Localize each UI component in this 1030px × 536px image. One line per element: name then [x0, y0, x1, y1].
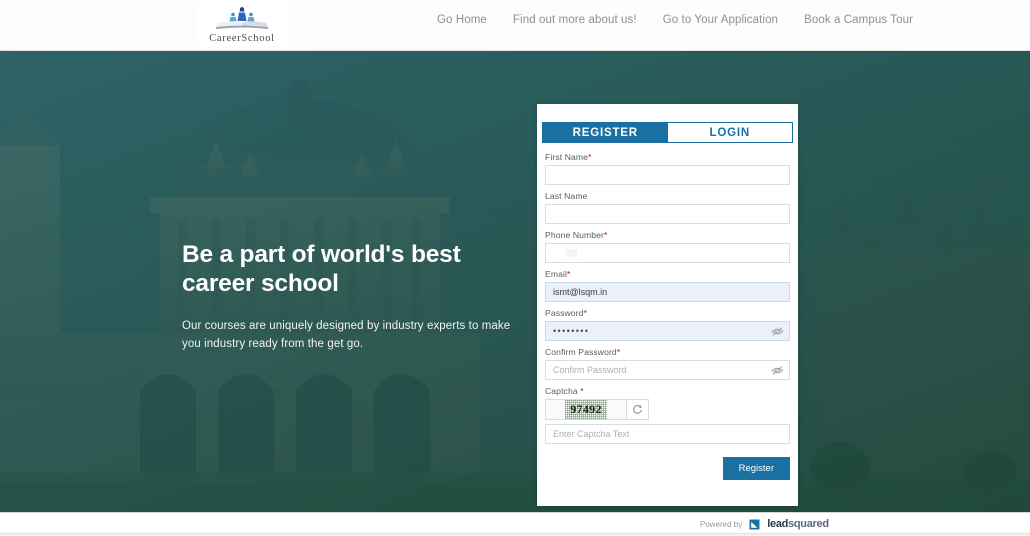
brand-light: squared	[788, 518, 829, 530]
required-marker: *	[616, 347, 621, 357]
required-marker: *	[604, 230, 608, 240]
field-confirm-password: Confirm Password* Confirm Password	[545, 347, 790, 380]
nav-item-go-home[interactable]: Go Home	[424, 14, 500, 26]
leadsquared-logo-icon	[749, 519, 760, 529]
password-input-wrapper: ••••••••	[545, 321, 790, 341]
submit-row: Register	[545, 457, 790, 480]
hero-copy: Be a part of world's best career school …	[182, 241, 512, 354]
captcha-text-input[interactable]: Enter Captcha Text	[545, 424, 790, 444]
country-flag-icon	[566, 249, 577, 257]
captcha-input-placeholder: Enter Captcha Text	[553, 429, 630, 439]
email-label: Email*	[545, 269, 571, 279]
first-name-label: First Name*	[545, 152, 592, 162]
nav-item-your-application[interactable]: Go to Your Application	[650, 14, 791, 26]
field-password: Password* ••••••••	[545, 308, 790, 341]
logo[interactable]: CareerSchool	[196, 1, 288, 47]
nav-item-find-out-more[interactable]: Find out more about us!	[500, 14, 650, 26]
hero-subtitle: Our courses are uniquely designed by ind…	[182, 319, 511, 351]
site-header: CareerSchool Go Home Find out more about…	[0, 0, 1030, 51]
hero-overlay	[0, 51, 1030, 512]
register-button[interactable]: Register	[722, 457, 790, 480]
required-marker: *	[583, 308, 587, 318]
captcha-label: Captcha *	[545, 386, 584, 396]
captcha-row: 97492	[545, 399, 790, 420]
first-name-input[interactable]	[545, 165, 790, 185]
eye-off-icon[interactable]	[771, 325, 784, 338]
email-input[interactable]: ismt@lsqm.in	[545, 282, 790, 302]
required-marker: *	[567, 269, 571, 279]
phone-number-label: Phone Number*	[545, 230, 608, 240]
last-name-input[interactable]	[545, 204, 790, 224]
tab-login[interactable]: LOGIN	[667, 123, 792, 142]
password-input[interactable]: ••••••••	[545, 321, 790, 341]
required-marker: *	[580, 386, 584, 396]
hero-section: Be a part of world's best career school …	[0, 51, 1030, 512]
phone-number-input[interactable]	[545, 243, 790, 263]
confirm-password-placeholder: Confirm Password	[553, 365, 627, 375]
eye-off-icon[interactable]	[771, 364, 784, 377]
nav-item-campus-tour[interactable]: Book a Campus Tour	[791, 14, 926, 26]
last-name-label: Last Name	[545, 191, 588, 201]
captcha-code: 97492	[565, 400, 607, 419]
brand-bold: lead	[767, 518, 789, 530]
field-last-name: Last Name	[545, 191, 790, 224]
logo-text: CareerSchool	[209, 32, 275, 44]
captcha-image: 97492	[545, 399, 627, 420]
password-label: Password*	[545, 308, 587, 318]
field-email: Email* ismt@lsqm.in	[545, 269, 790, 302]
refresh-icon	[633, 405, 642, 414]
auth-tabs: REGISTER LOGIN	[542, 122, 793, 143]
hero-title: Be a part of world's best career school	[182, 241, 461, 297]
tab-register[interactable]: REGISTER	[543, 123, 668, 142]
field-captcha: Captcha * 97492 Enter Captcha Text	[545, 386, 790, 444]
registration-card: REGISTER LOGIN First Name* Last Name Pho…	[537, 104, 798, 506]
powered-by: Powered by leadsquared	[700, 518, 829, 530]
required-marker: *	[588, 152, 592, 162]
confirm-password-input[interactable]: Confirm Password	[545, 360, 790, 380]
leadsquared-brand: leadsquared	[767, 518, 829, 530]
field-phone-number: Phone Number*	[545, 230, 790, 263]
registration-form: First Name* Last Name Phone Number* Emai…	[537, 143, 798, 480]
careerschool-logo-icon	[216, 6, 268, 29]
main-nav: Go Home Find out more about us! Go to Yo…	[424, 14, 926, 26]
captcha-refresh-button[interactable]	[627, 399, 649, 420]
confirm-password-label: Confirm Password*	[545, 347, 621, 357]
field-first-name: First Name*	[545, 152, 790, 185]
powered-by-label: Powered by	[700, 519, 743, 529]
confirm-password-input-wrapper: Confirm Password	[545, 360, 790, 380]
